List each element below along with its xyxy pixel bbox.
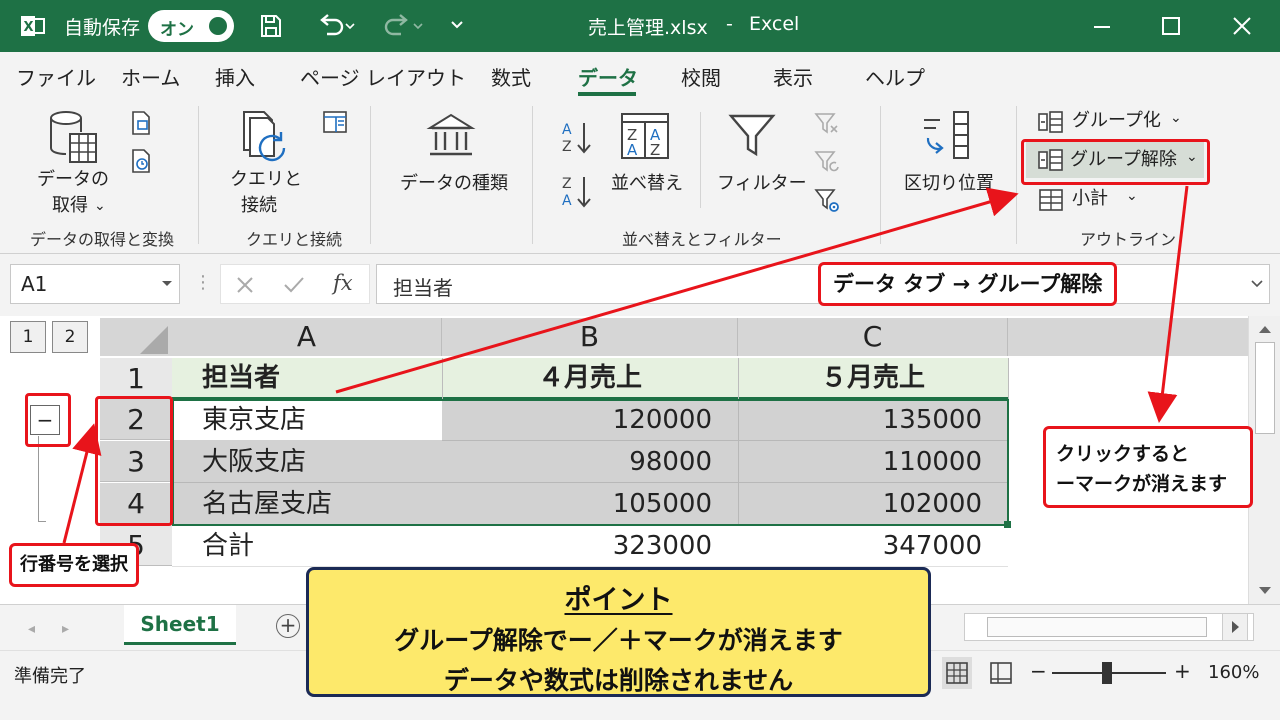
point-line2: データや数式は削除されません	[443, 666, 794, 695]
excel-window: X 自動保存 オン 売上管理.xlsx - Excel ファイル ホーム 挿入 …	[0, 0, 1280, 720]
arrow-to-row-headers	[62, 423, 102, 544]
point-line1: グループ解除でー／＋マークが消えます	[394, 626, 843, 655]
arrow-to-ungroup	[335, 187, 1019, 394]
arrow-to-click-callout	[1147, 185, 1189, 423]
point-title: ポイント	[564, 585, 673, 616]
point-note-box: ポイント グループ解除でー／＋マークが消えます データや数式は削除されません	[306, 567, 931, 697]
